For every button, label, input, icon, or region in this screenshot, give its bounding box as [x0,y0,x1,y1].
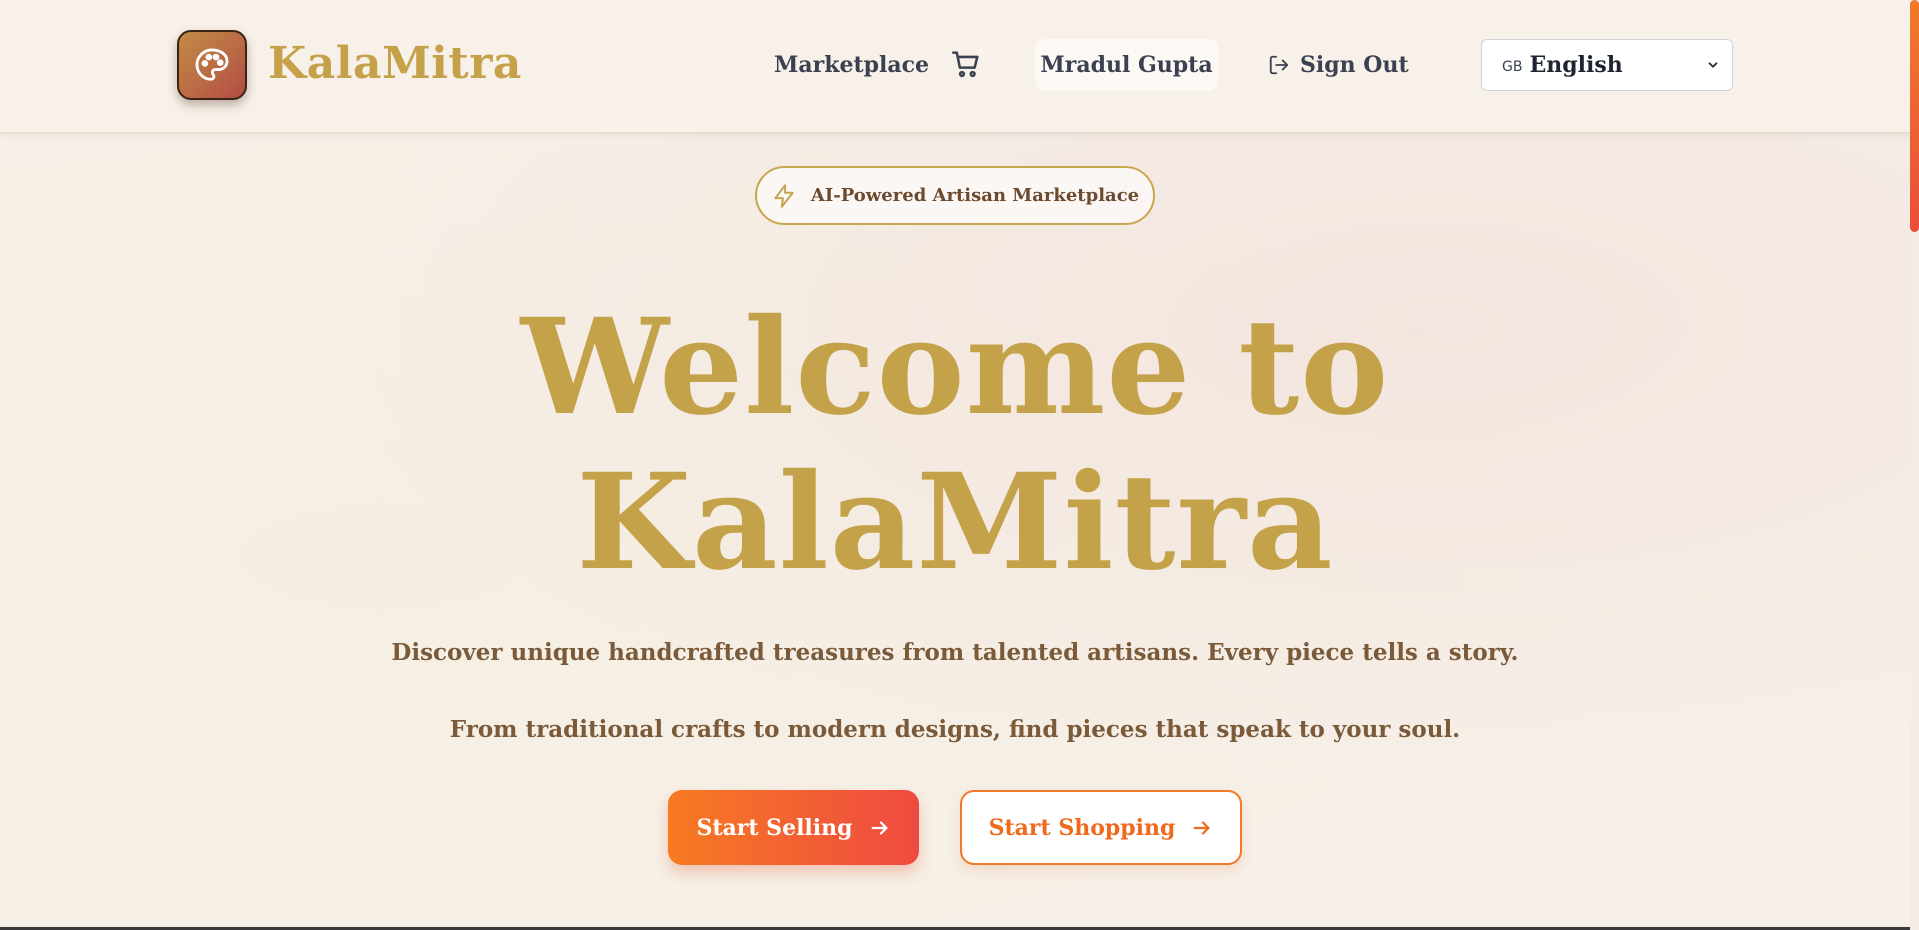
nav-marketplace-link[interactable]: Marketplace [774,48,929,82]
language-select[interactable]: GB English [1481,39,1733,91]
brand-name[interactable]: KalaMitra [268,36,522,92]
start-selling-label: Start Selling [696,814,853,841]
arrow-right-icon [871,820,888,835]
ai-powered-badge: AI-Powered Artisan Marketplace [755,166,1155,225]
hero-title-line-2: KalaMitra [576,445,1334,600]
sign-out-icon [1269,55,1289,75]
lightning-icon [774,183,794,208]
flag-icon: GB [1502,58,1523,75]
cart-count-badge: 0 [978,48,984,57]
start-shopping-button[interactable]: Start Shopping [960,790,1242,865]
arrow-right-icon [1193,820,1210,835]
sign-out-button[interactable]: Sign Out [1268,48,1409,82]
logo[interactable] [177,30,247,100]
ai-badge-label: AI-Powered Artisan Marketplace [810,185,1140,206]
start-shopping-label: Start Shopping [988,814,1176,841]
hero-subtitle-2: From traditional crafts to modern design… [449,716,1461,743]
cart-button[interactable]: 0 [950,48,986,84]
hero-subtitle-1: Discover unique handcrafted treasures fr… [391,639,1519,666]
user-profile-button[interactable]: Mradul Gupta [1035,39,1218,91]
start-selling-button[interactable]: Start Selling [668,790,919,865]
palette-icon [195,48,229,81]
scrollbar-thumb[interactable] [1910,0,1919,232]
top-navbar: KalaMitra Marketplace 0 Mradul Gupta Sig… [0,0,1910,133]
hero-title: Welcome to KalaMitra [0,290,1910,600]
user-name: Mradul Gupta [1040,52,1213,78]
language-selected-value: English [1529,52,1623,78]
sign-out-label: Sign Out [1300,52,1409,78]
chevron-down-icon [1708,62,1718,68]
hero-title-line-1: Welcome to [520,290,1390,445]
